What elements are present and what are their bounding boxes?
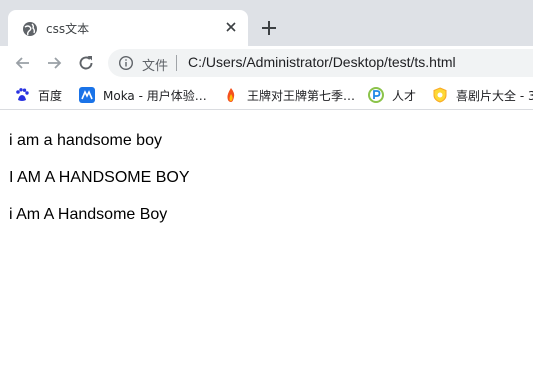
info-icon[interactable] (118, 55, 134, 71)
tab-title: css文本 (46, 22, 90, 36)
bookmark-label: 人才 (392, 89, 417, 103)
bookmark-label: 百度 (38, 89, 63, 103)
p-logo-icon (368, 87, 384, 103)
text-uppercase: i am a handsome boy (9, 169, 190, 186)
address-bar[interactable]: 文件 C:/Users/Administrator/Desktop/test/t… (108, 49, 533, 77)
browser-toolbar: 文件 C:/Users/Administrator/Desktop/test/t… (0, 46, 533, 80)
tab-active[interactable]: css文本 (8, 10, 248, 46)
bookmark-label: 王牌对王牌第七季… (247, 89, 356, 103)
scheme-label: 文件 (142, 59, 169, 74)
forward-arrow-icon[interactable] (44, 53, 64, 73)
address-separator (176, 55, 177, 71)
back-arrow-icon[interactable] (13, 53, 33, 73)
text-lowercase: i am a handsome boy (9, 132, 162, 149)
text-capitalize: i am a handsome boy (9, 206, 168, 223)
baidu-paw-icon (16, 88, 29, 101)
url-text[interactable]: C:/Users/Administrator/Desktop/test/ts.h… (188, 54, 456, 70)
reload-icon[interactable] (76, 53, 96, 73)
tab-strip: css文本 (0, 0, 533, 46)
bookmark-label: Moka - 用户体验… (103, 89, 207, 103)
globe-icon (23, 22, 37, 36)
new-tab-icon[interactable] (258, 17, 280, 39)
bookmarks-bar: 百度 Moka - 用户体验… 王牌对王牌第七季… 人才 喜剧片大全 - 3 (0, 80, 533, 110)
flame-icon (227, 88, 235, 102)
moka-icon (79, 87, 95, 103)
bookmark-label: 喜剧片大全 - 3 (456, 89, 533, 103)
close-icon[interactable] (224, 20, 238, 34)
page-content: i am a handsome boy i am a handsome boy … (0, 111, 533, 372)
shield-icon (433, 87, 447, 103)
